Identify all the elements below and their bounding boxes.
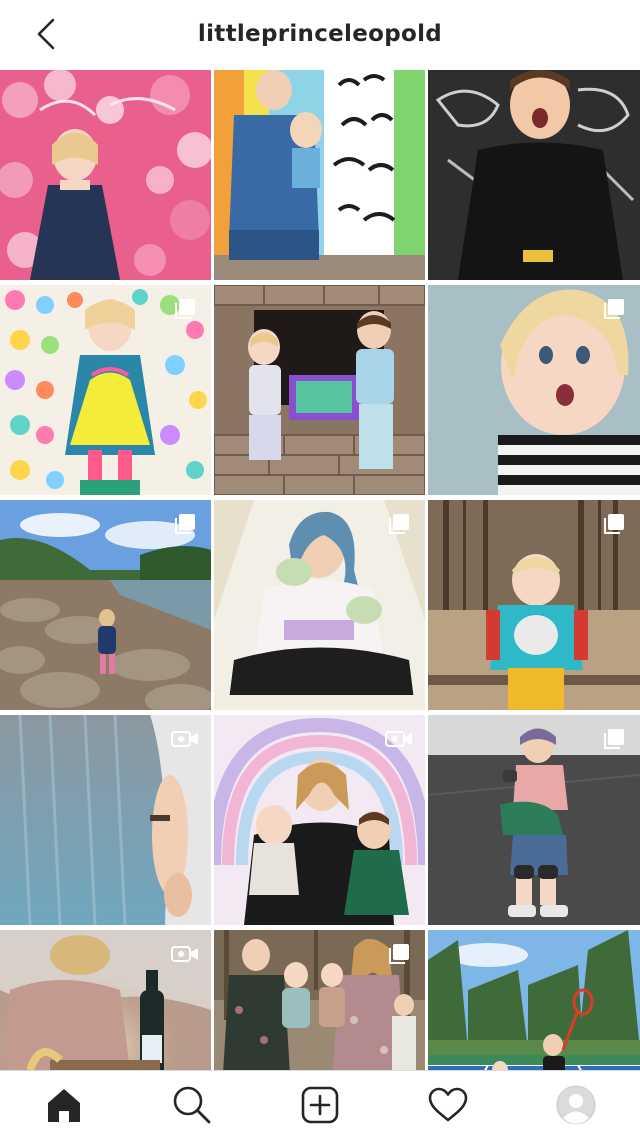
- post-thumbnail[interactable]: [214, 70, 425, 280]
- video-camera-icon: [171, 942, 199, 966]
- post-thumbnail[interactable]: [428, 285, 640, 495]
- nav-profile-button[interactable]: [550, 1079, 602, 1131]
- post-thumbnail[interactable]: [0, 715, 211, 925]
- multiple-posts-icon: [171, 512, 199, 536]
- nav-activity-button[interactable]: [422, 1079, 474, 1131]
- multiple-posts-icon: [600, 297, 628, 321]
- post-image: [0, 70, 211, 280]
- post-thumbnail[interactable]: [0, 70, 211, 280]
- post-thumbnail[interactable]: [214, 500, 425, 710]
- video-camera-icon: [171, 727, 199, 751]
- multiple-posts-icon: [600, 512, 628, 536]
- post-thumbnail[interactable]: [214, 285, 425, 495]
- heart-icon: [428, 1087, 468, 1121]
- post-thumbnail[interactable]: [0, 285, 211, 495]
- post-thumbnail[interactable]: [428, 715, 640, 925]
- nav-search-button[interactable]: [166, 1079, 218, 1131]
- post-thumbnail[interactable]: [428, 500, 640, 710]
- video-camera-icon: [385, 727, 413, 751]
- post-thumbnail[interactable]: [428, 70, 640, 280]
- profile-avatar: [556, 1085, 596, 1124]
- multiple-posts-icon: [385, 942, 413, 966]
- search-icon: [173, 1086, 211, 1123]
- post-thumbnail[interactable]: [214, 715, 425, 925]
- chevron-left-icon: [37, 18, 55, 50]
- nav-home-button[interactable]: [38, 1079, 90, 1131]
- profile-header: littleprinceleopold: [0, 0, 640, 68]
- post-image: [214, 70, 425, 280]
- home-icon: [48, 1088, 80, 1122]
- nav-new-post-button[interactable]: [294, 1079, 346, 1131]
- post-image: [214, 285, 425, 495]
- back-button[interactable]: [28, 16, 64, 52]
- posts-grid: [0, 70, 640, 1138]
- new-post-icon: [301, 1086, 339, 1123]
- multiple-posts-icon: [385, 512, 413, 536]
- profile-username: littleprinceleopold: [197, 21, 443, 47]
- post-thumbnail[interactable]: [0, 500, 211, 710]
- multiple-posts-icon: [171, 297, 199, 321]
- multiple-posts-icon: [600, 727, 628, 751]
- bottom-navigation-bar: [0, 1070, 640, 1138]
- post-image: [428, 70, 640, 280]
